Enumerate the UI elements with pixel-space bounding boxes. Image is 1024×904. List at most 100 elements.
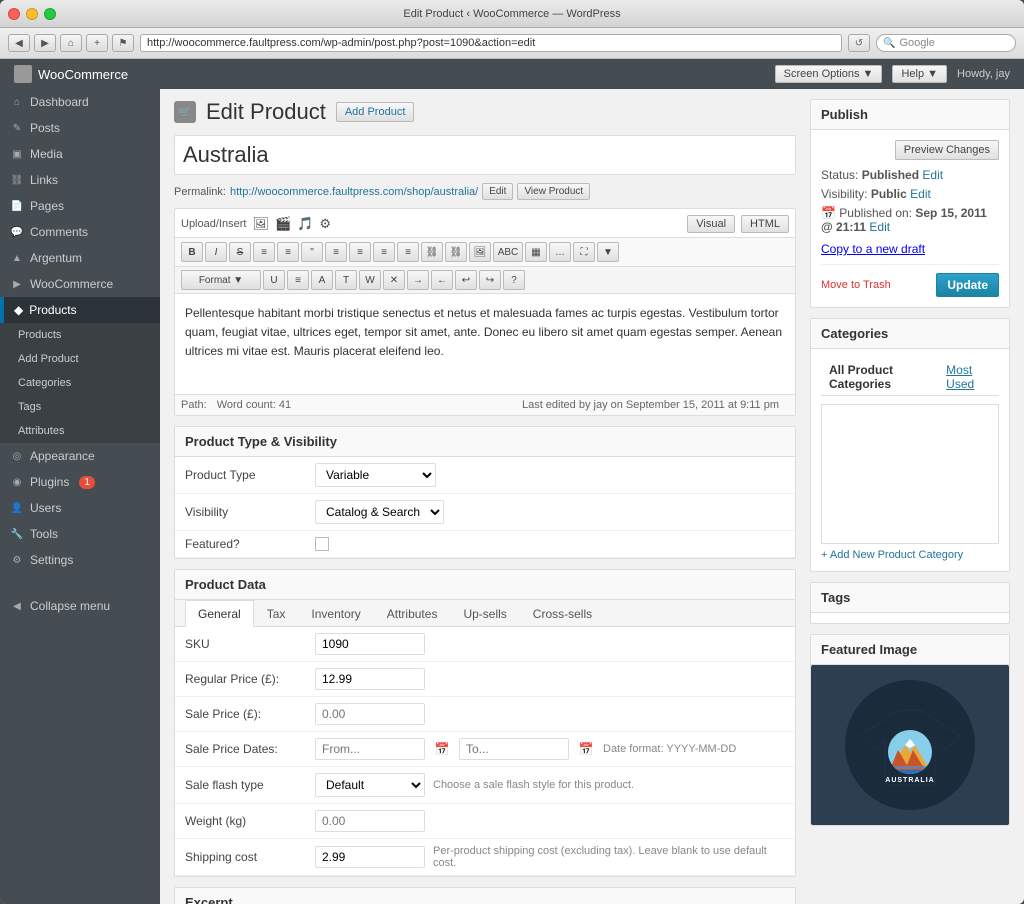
address-bar[interactable]: http://woocommerce.faultpress.com/wp-adm…: [140, 34, 842, 52]
sidebar-item-pages[interactable]: 📄 Pages: [0, 193, 160, 219]
tab-attributes[interactable]: Attributes: [374, 600, 451, 627]
table-button[interactable]: ▦: [525, 242, 547, 262]
upload-audio-btn[interactable]: 🎵: [297, 216, 313, 232]
product-type-select[interactable]: Simple Variable Grouped External/Affilia…: [315, 463, 436, 487]
published-edit-link[interactable]: Edit: [869, 220, 890, 234]
visibility-edit-link[interactable]: Edit: [910, 187, 931, 201]
shipping-input[interactable]: [315, 846, 425, 868]
copy-draft-link[interactable]: Copy to a new draft: [821, 242, 925, 256]
regular-price-input[interactable]: [315, 668, 425, 690]
align-right-button[interactable]: ≡: [373, 242, 395, 262]
align-justify-button[interactable]: ≡: [397, 242, 419, 262]
categories-list[interactable]: [821, 404, 999, 544]
html-button[interactable]: HTML: [741, 215, 789, 233]
sale-flash-select[interactable]: Default: [315, 773, 425, 797]
tab-cross-sells[interactable]: Cross-sells: [520, 600, 605, 627]
align-left-button[interactable]: ≡: [325, 242, 347, 262]
update-button[interactable]: Update: [936, 273, 999, 297]
unlink-button[interactable]: ⛓: [445, 242, 467, 262]
featured-checkbox[interactable]: [315, 537, 329, 551]
outdent-button[interactable]: ←: [431, 270, 453, 290]
bookmark-button[interactable]: ⚑: [112, 34, 134, 52]
sidebar-item-argentum[interactable]: ▲ Argentum: [0, 245, 160, 271]
sidebar-item-settings[interactable]: ⚙ Settings: [0, 547, 160, 573]
add-product-button[interactable]: Add Product: [336, 102, 415, 122]
sidebar-item-tags[interactable]: Tags: [0, 395, 160, 419]
maximize-button[interactable]: [44, 8, 56, 20]
sale-from-calendar[interactable]: 📅: [433, 740, 451, 758]
back-button[interactable]: ◀: [8, 34, 30, 52]
underline-button[interactable]: U: [263, 270, 285, 290]
tab-all-categories[interactable]: All Product Categories: [821, 359, 938, 395]
add-category-link[interactable]: + Add New Product Category: [821, 549, 999, 561]
sidebar-item-woocommerce[interactable]: ▶ WooCommerce: [0, 271, 160, 297]
excerpt-header[interactable]: Excerpt: [175, 888, 795, 904]
sidebar-item-attributes[interactable]: Attributes: [0, 419, 160, 443]
preview-button[interactable]: Preview Changes: [895, 140, 999, 160]
fullscreen-button[interactable]: ⛶: [573, 242, 595, 262]
sidebar-item-dashboard[interactable]: ⌂ Dashboard: [0, 89, 160, 115]
editor-content[interactable]: Pellentesque habitant morbi tristique se…: [175, 294, 795, 394]
sale-to-input[interactable]: [459, 738, 569, 760]
blockquote-button[interactable]: ": [301, 242, 323, 262]
strikethrough-button[interactable]: S: [229, 242, 251, 262]
view-product-button[interactable]: View Product: [517, 183, 590, 200]
sidebar-item-products-parent[interactable]: ◆ Products: [0, 297, 160, 323]
screen-options-btn[interactable]: Screen Options ▼: [775, 65, 883, 83]
product-data-header[interactable]: Product Data: [175, 570, 795, 600]
indent-button[interactable]: →: [407, 270, 429, 290]
forward-button[interactable]: ▶: [34, 34, 56, 52]
italic-button[interactable]: I: [205, 242, 227, 262]
image-button[interactable]: 🖼: [469, 242, 491, 262]
close-button[interactable]: [8, 8, 20, 20]
sidebar-item-links[interactable]: ⛓ Links: [0, 167, 160, 193]
sale-from-input[interactable]: [315, 738, 425, 760]
bold-button[interactable]: B: [181, 242, 203, 262]
permalink-url[interactable]: http://woocommerce.faultpress.com/shop/a…: [230, 186, 478, 198]
redo-button[interactable]: ↪: [479, 270, 501, 290]
tab-tax[interactable]: Tax: [254, 600, 299, 627]
minimize-button[interactable]: [26, 8, 38, 20]
link-button[interactable]: ⛓: [421, 242, 443, 262]
sidebar-item-plugins[interactable]: ◉ Plugins 1: [0, 469, 160, 495]
sidebar-item-posts[interactable]: ✎ Posts: [0, 115, 160, 141]
tab-most-used[interactable]: Most Used: [938, 359, 999, 395]
sidebar-item-users[interactable]: 👤 Users: [0, 495, 160, 521]
trash-link[interactable]: Move to Trash: [821, 279, 891, 291]
visual-button[interactable]: Visual: [687, 215, 735, 233]
help-button[interactable]: ?: [503, 270, 525, 290]
sale-price-input[interactable]: [315, 703, 425, 725]
visibility-select[interactable]: Catalog & Search Catalog Search Hidden: [315, 500, 444, 524]
textcolor-button[interactable]: A: [311, 270, 333, 290]
format-select[interactable]: Format ▼: [181, 270, 261, 290]
ol-button[interactable]: ≡: [277, 242, 299, 262]
sidebar-item-categories[interactable]: Categories: [0, 371, 160, 395]
sidebar-item-media[interactable]: ▣ Media: [0, 141, 160, 167]
tab-inventory[interactable]: Inventory: [298, 600, 373, 627]
upload-misc-btn[interactable]: ⚙: [319, 216, 331, 232]
paste-text-button[interactable]: T: [335, 270, 357, 290]
reload-button[interactable]: ↺: [848, 34, 870, 52]
sidebar-item-appearance[interactable]: ◎ Appearance: [0, 443, 160, 469]
upload-video-btn[interactable]: 🎬: [275, 216, 291, 232]
sidebar-item-products[interactable]: Products: [0, 323, 160, 347]
tab-up-sells[interactable]: Up-sells: [450, 600, 519, 627]
help-btn[interactable]: Help ▼: [892, 65, 947, 83]
home-button[interactable]: ⌂: [60, 34, 82, 52]
new-tab-button[interactable]: +: [86, 34, 108, 52]
product-title-input[interactable]: [174, 135, 796, 175]
ul-button[interactable]: ≡: [253, 242, 275, 262]
search-bar[interactable]: 🔍 Google: [876, 34, 1016, 52]
sidebar-item-tools[interactable]: 🔧 Tools: [0, 521, 160, 547]
sidebar-item-add-product[interactable]: Add Product: [0, 347, 160, 371]
status-edit-link[interactable]: Edit: [922, 168, 943, 182]
featured-image-display[interactable]: AUSTRALIA: [811, 665, 1009, 825]
weight-input[interactable]: [315, 810, 425, 832]
justify-button[interactable]: ≡: [287, 270, 309, 290]
sku-input[interactable]: [315, 633, 425, 655]
align-center-button[interactable]: ≡: [349, 242, 371, 262]
remove-format-button[interactable]: ✕: [383, 270, 405, 290]
product-type-header[interactable]: Product Type & Visibility: [175, 427, 795, 457]
format-button[interactable]: ABC: [493, 242, 523, 262]
sidebar-collapse[interactable]: ◀ Collapse menu: [0, 593, 160, 619]
